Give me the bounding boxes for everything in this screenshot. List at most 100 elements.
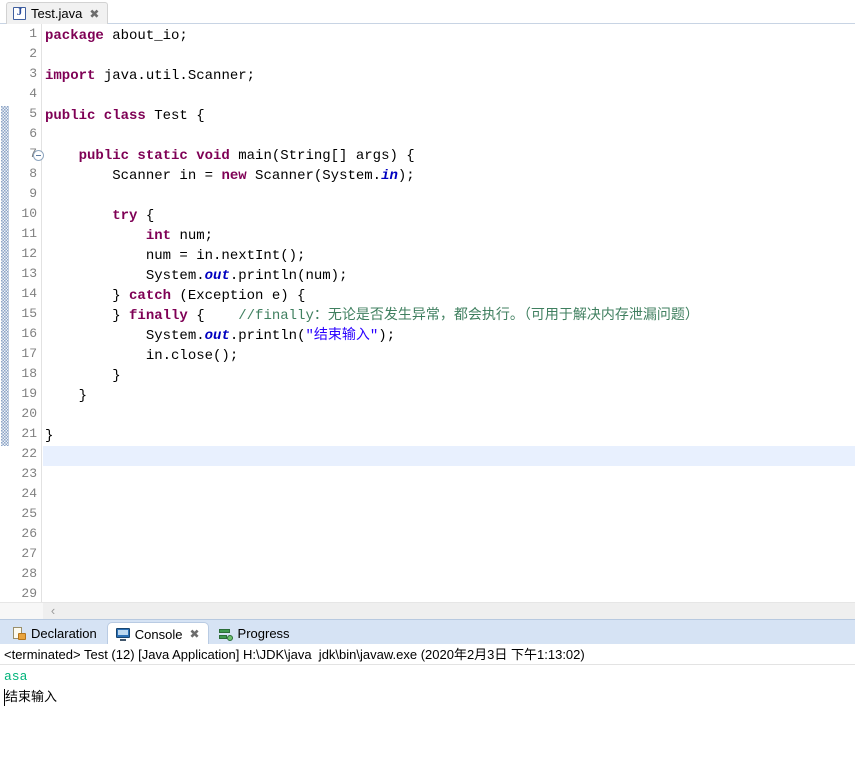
tab-label: Console — [134, 626, 183, 642]
code-line[interactable] — [43, 86, 855, 106]
line-number: 17 — [21, 346, 37, 361]
line-number: 20 — [21, 406, 37, 421]
bottom-view-tab-bar: Declaration Console ✖ Progress — [0, 619, 855, 645]
code-line[interactable] — [43, 406, 855, 426]
code-line[interactable] — [43, 486, 855, 506]
line-number: 24 — [21, 486, 37, 501]
editor-tab-test-java[interactable]: Test.java ✖ — [6, 2, 109, 24]
code-token: } — [45, 308, 130, 324]
tab-console[interactable]: Console ✖ — [106, 622, 209, 645]
line-number: 29 — [21, 586, 37, 601]
code-line[interactable]: } — [43, 366, 855, 386]
code-token: Scanner in = — [45, 168, 222, 184]
code-line[interactable] — [43, 186, 855, 206]
code-text-area[interactable]: package about_io;import java.util.Scanne… — [43, 24, 855, 619]
code-line[interactable]: int num; — [43, 226, 855, 246]
line-number: 27 — [21, 546, 37, 561]
line-number-gutter: 1234567891011121314151617181920212223242… — [10, 24, 42, 619]
editor-tab-label: Test.java — [31, 6, 83, 21]
progress-icon — [218, 627, 233, 641]
code-token: num; — [171, 228, 214, 244]
code-line[interactable] — [43, 506, 855, 526]
code-line[interactable]: System.out.println(num); — [43, 266, 855, 286]
code-token: num = in.nextInt(); — [45, 248, 306, 264]
code-line[interactable]: try { — [43, 206, 855, 226]
code-line[interactable] — [43, 466, 855, 486]
code-token: public class — [45, 108, 146, 124]
annotation-bar[interactable] — [0, 24, 10, 619]
close-icon[interactable]: ✖ — [89, 8, 99, 20]
code-line[interactable] — [43, 526, 855, 546]
code-line[interactable] — [43, 126, 855, 146]
line-number: 11 — [21, 226, 37, 241]
code-editor[interactable]: 1234567891011121314151617181920212223242… — [0, 24, 855, 619]
tab-declaration[interactable]: Declaration — [4, 622, 105, 645]
line-number: 4 — [29, 86, 37, 101]
editor-tab-bar: Test.java ✖ — [0, 0, 855, 24]
code-line[interactable]: } — [43, 386, 855, 406]
code-line[interactable] — [43, 446, 855, 466]
code-line[interactable]: in.close(); — [43, 346, 855, 366]
code-token: (Exception e) { — [171, 288, 306, 304]
code-line[interactable]: } catch (Exception e) { — [43, 286, 855, 306]
code-token: System. — [45, 328, 205, 344]
close-icon[interactable]: ✖ — [189, 627, 199, 641]
code-token: import — [45, 68, 96, 84]
code-token: ); — [378, 328, 396, 344]
code-line[interactable]: Scanner in = new Scanner(System.in); — [43, 166, 855, 186]
code-token: out — [204, 268, 230, 284]
line-number: 2 — [29, 46, 37, 61]
code-token: ); — [397, 168, 415, 184]
code-token: in — [381, 168, 398, 184]
line-number: 14 — [21, 286, 37, 301]
line-number: 13 — [21, 266, 37, 281]
line-number: 25 — [21, 506, 37, 521]
line-number: 5 — [29, 106, 37, 121]
code-token: int — [145, 228, 172, 244]
code-token: main(String[] args) { — [229, 148, 415, 164]
annotation-marker — [1, 106, 9, 446]
line-number: 9 — [29, 186, 37, 201]
console-output[interactable]: asa 结束输入 — [0, 666, 855, 744]
console-panel: <terminated> Test (12) [Java Application… — [0, 644, 855, 744]
code-token: try — [112, 208, 138, 224]
code-line[interactable]: } finally { //finally：无论是否发生异常，都会执行。（可用于… — [43, 306, 855, 326]
code-token: } — [45, 388, 88, 404]
console-text: 结束输入 — [5, 690, 58, 705]
console-status-line: <terminated> Test (12) [Java Application… — [0, 644, 855, 665]
line-number: 3 — [29, 66, 37, 81]
code-line[interactable] — [43, 566, 855, 586]
line-number: 18 — [21, 366, 37, 381]
code-token: { — [187, 308, 239, 324]
line-number: 16 — [21, 326, 37, 341]
code-line[interactable]: import java.util.Scanner; — [43, 66, 855, 86]
code-token: catch — [129, 288, 172, 304]
scroll-left-icon[interactable]: ‹ — [46, 604, 60, 618]
code-token: } — [45, 428, 54, 444]
code-token: finally — [129, 308, 188, 324]
java-file-icon — [13, 6, 26, 20]
editor-horizontal-scrollbar[interactable]: ‹ — [0, 602, 855, 619]
fold-collapse-icon[interactable] — [33, 150, 44, 161]
code-line[interactable]: package about_io; — [43, 26, 855, 46]
code-line[interactable]: public class Test { — [43, 106, 855, 126]
line-number: 19 — [21, 386, 37, 401]
code-line[interactable]: public static void main(String[] args) { — [43, 146, 855, 166]
code-line[interactable]: num = in.nextInt(); — [43, 246, 855, 266]
code-line[interactable]: System.out.println("结束输入"); — [43, 326, 855, 346]
code-line[interactable] — [43, 546, 855, 566]
eclipse-window: Test.java ✖ 1234567891011121314151617181… — [0, 0, 855, 777]
scrollbar-track[interactable] — [43, 603, 855, 619]
text-cursor — [4, 689, 5, 706]
tab-label: Declaration — [31, 626, 97, 641]
tab-progress[interactable]: Progress — [211, 622, 298, 645]
code-line[interactable]: } — [43, 426, 855, 446]
console-output-line: asa — [4, 666, 855, 687]
code-token: Scanner(System. — [246, 168, 382, 184]
code-line[interactable] — [43, 46, 855, 66]
code-token: public static void — [78, 148, 230, 164]
code-token: Test { — [145, 108, 205, 124]
code-token: out — [204, 328, 230, 344]
